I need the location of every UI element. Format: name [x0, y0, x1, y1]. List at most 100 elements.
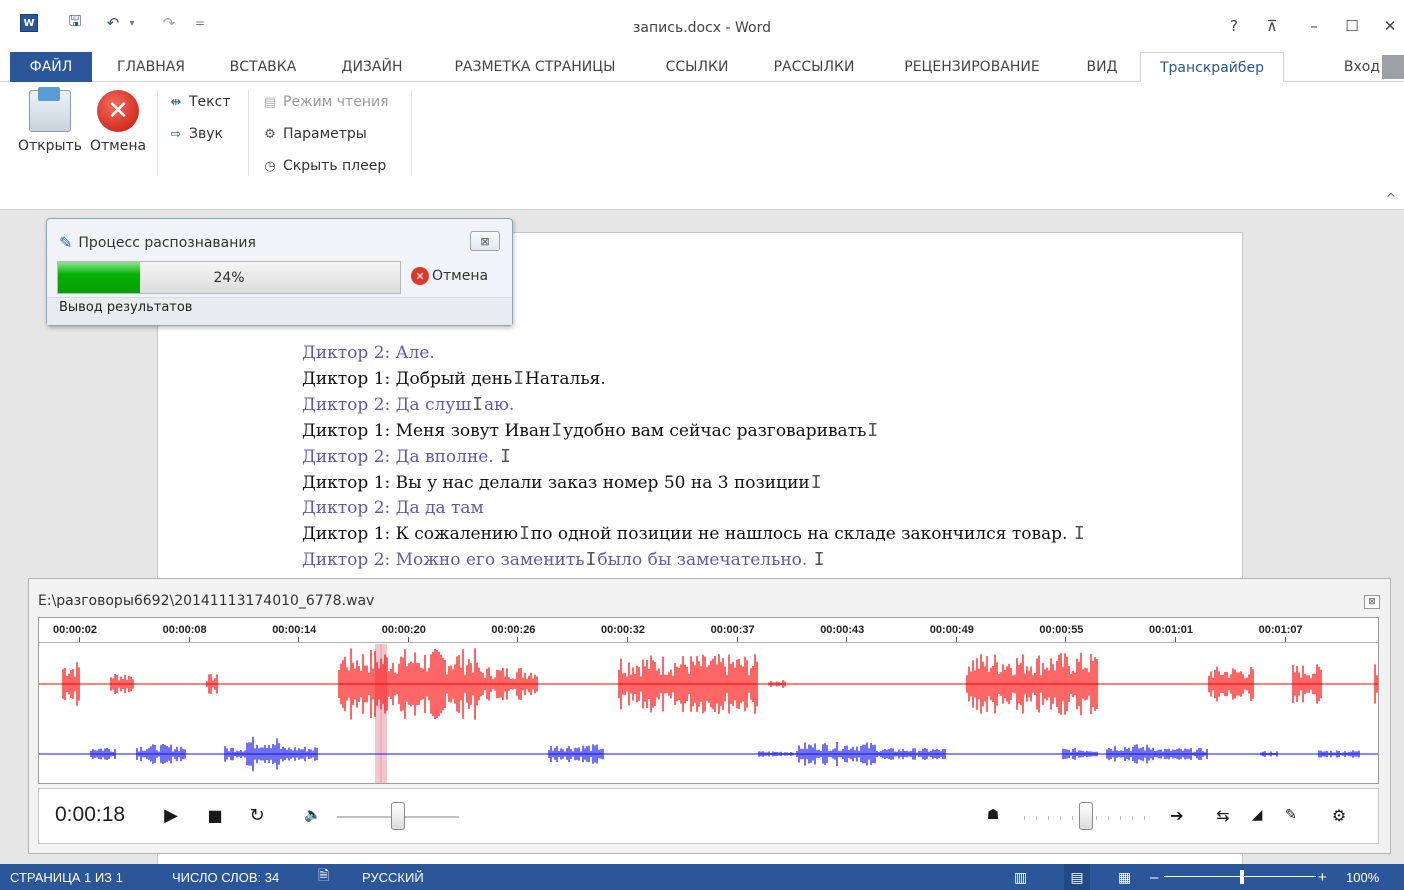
proofing-icon[interactable]: 🗎 — [318, 864, 329, 890]
time-tick — [1284, 637, 1286, 642]
dialog-close-button[interactable]: ⊠ — [470, 231, 500, 251]
transcript-segment: Диктор 1: К сожалению — [302, 524, 519, 544]
hide-player-button[interactable]: ◷ Скрыть плеер — [261, 155, 386, 177]
waveform-view[interactable]: 00:00:02 00:00:08 00:00:14 00:00:20 00:00:26… — [38, 617, 1379, 784]
repeat-button[interactable]: ↻ — [245, 803, 269, 827]
tab-file[interactable]: ФАЙЛ — [10, 52, 92, 82]
transcript-line[interactable]: Диктор 1: Добрый деньIНаталья. — [302, 366, 1086, 392]
reading-mode-button[interactable]: ▤ Режим чтения — [261, 91, 389, 113]
transcript-line[interactable]: Диктор 1: Меня зовут ИванIудобно вам сей… — [302, 418, 1086, 444]
transcript-segment: Диктор 1: Добрый день — [302, 369, 513, 389]
read-mode-icon[interactable]: ▥ — [1014, 864, 1027, 890]
tab-insert[interactable]: ВСТАВКА — [214, 52, 312, 82]
fade-icon[interactable]: ◢ — [1245, 803, 1269, 827]
sound-button[interactable]: ⇨ Звук — [167, 123, 223, 145]
user-avatar[interactable] — [1382, 55, 1404, 79]
tab-page-layout[interactable]: РАЗМЕТКА СТРАНИЦЫ — [432, 52, 638, 82]
maximize-button[interactable]: ☐ — [1340, 16, 1364, 36]
transcript-line[interactable]: Диктор 2: Але. — [302, 341, 1086, 366]
word-marker-icon[interactable]: I — [867, 418, 878, 443]
transcript-line[interactable]: Диктор 2: Да вполне. I — [302, 444, 1086, 470]
player-controls: 0:00:18 ▶ ■ ↻ 🔈 ☗ ➔ ⇆ ◢ ✎ ⚙ — [38, 788, 1379, 844]
progress-bar: 24% — [57, 261, 401, 294]
volume-icon[interactable]: 🔈 — [301, 803, 325, 827]
word-marker-icon[interactable]: I — [500, 444, 511, 469]
time-tick-label: 00:00:08 — [162, 624, 207, 636]
zoom-out-button[interactable]: – — [1150, 864, 1158, 890]
speed-slider-thumb[interactable] — [1079, 802, 1093, 830]
minimize-button[interactable]: – — [1302, 16, 1326, 36]
time-ruler[interactable]: 00:00:02 00:00:08 00:00:14 00:00:20 00:00:26… — [39, 618, 1378, 643]
time-tick — [736, 637, 738, 642]
word-marker-icon[interactable]: I — [519, 521, 530, 546]
transcript-line[interactable]: Диктор 1: Вы у нас делали заказ номер 50… — [302, 470, 1086, 496]
close-button[interactable]: ✕ — [1378, 16, 1402, 36]
word-marker-icon[interactable]: I — [586, 547, 597, 572]
speed-up-icon[interactable]: ➔ — [1165, 803, 1189, 827]
zoom-level[interactable]: 100% — [1346, 864, 1379, 890]
transcript-segment: Диктор 2: Да слуш — [302, 395, 472, 415]
edit-waveform-icon[interactable]: ✎ — [1279, 803, 1303, 827]
transcript-line[interactable]: Диктор 1: К сожалениюIпо одной позиции н… — [302, 521, 1086, 547]
web-layout-icon[interactable]: ▦ — [1118, 864, 1131, 890]
waveform-canvas[interactable] — [39, 644, 1379, 784]
cancel-x-icon: ✕ — [411, 267, 429, 285]
transcript-segment: по одной позиции не нашлось на складе за… — [530, 524, 1073, 544]
collapse-ribbon-icon[interactable]: ^ — [1386, 191, 1396, 205]
word-marker-icon[interactable]: I — [811, 470, 822, 495]
volume-slider-thumb[interactable] — [391, 802, 405, 830]
transcript-text[interactable]: Диктор 2: Але. Диктор 1: Добрый деньIНата… — [302, 341, 1086, 599]
sign-in-link[interactable]: Вход — [1344, 52, 1380, 82]
help-button[interactable]: ? — [1222, 16, 1246, 36]
zoom-slider-thumb[interactable] — [1240, 870, 1244, 884]
text-button[interactable]: ⇹ Текст — [167, 91, 231, 113]
open-button[interactable]: Открыть — [18, 87, 82, 154]
transcript-segment: аю. — [483, 395, 515, 415]
word-marker-icon[interactable]: I — [513, 366, 524, 391]
time-tick-label: 00:01:01 — [1149, 624, 1194, 636]
transcript-line[interactable]: Диктор 2: Да да там — [302, 496, 1086, 521]
slow-down-turtle-icon[interactable]: ☗ — [981, 803, 1005, 827]
page-count[interactable]: СТРАНИЦА 1 ИЗ 1 — [10, 864, 123, 890]
language-indicator[interactable]: РУССКИЙ — [362, 864, 424, 890]
time-tick-label: 00:00:55 — [1039, 624, 1084, 636]
word-marker-icon[interactable]: I — [1074, 521, 1085, 546]
transcript-segment: Диктор 2: Да да там — [302, 498, 484, 518]
cancel-button[interactable]: ✕ Отмена — [90, 90, 146, 154]
word-marker-icon[interactable]: I — [551, 418, 562, 443]
print-layout-icon[interactable]: ▤ — [1064, 864, 1090, 890]
progress-cancel-button[interactable]: ✕ Отмена — [411, 267, 488, 285]
tab-transcriber[interactable]: Транскрайбер — [1140, 52, 1284, 83]
tab-review[interactable]: РЕЦЕНЗИРОВАНИЕ — [886, 52, 1058, 82]
loop-region-icon[interactable]: ⇆ — [1211, 803, 1235, 827]
transcript-segment: Наталья. — [525, 369, 606, 389]
time-tick-label: 00:00:32 — [601, 624, 646, 636]
settings-gear-icon[interactable]: ⚙ — [1327, 803, 1351, 827]
stop-button[interactable]: ■ — [203, 803, 227, 827]
word-marker-icon[interactable]: I — [814, 547, 825, 572]
tab-design[interactable]: ДИЗАЙН — [326, 52, 418, 82]
transcript-line[interactable]: Диктор 2: Можно его заменитьIбыло бы зам… — [302, 547, 1086, 573]
player-close-button[interactable]: ⊠ — [1364, 595, 1380, 609]
tab-home[interactable]: ГЛАВНАЯ — [102, 52, 200, 82]
ribbon-display-options-icon[interactable]: ⊼ — [1260, 16, 1284, 36]
word-marker-icon[interactable]: I — [472, 392, 483, 417]
progress-cancel-label: Отмена — [432, 268, 489, 284]
word-count[interactable]: ЧИСЛО СЛОВ: 34 — [172, 864, 279, 890]
zoom-in-button[interactable]: + — [1318, 864, 1327, 890]
pencil-icon: ✎ — [59, 233, 73, 252]
parameters-label: Параметры — [283, 126, 367, 142]
tab-view[interactable]: ВИД — [1074, 52, 1130, 82]
transcript-segment: Диктор 2: Да вполне. — [302, 447, 500, 467]
parameters-button[interactable]: ⚙ Параметры — [261, 123, 367, 145]
time-tick — [407, 637, 409, 642]
time-tick-label: 00:00:14 — [272, 624, 317, 636]
time-tick — [188, 637, 190, 642]
play-button[interactable]: ▶ — [159, 803, 183, 827]
time-tick-label: 00:00:20 — [381, 624, 426, 636]
tab-mailings[interactable]: РАССЫЛКИ — [758, 52, 870, 82]
tab-references[interactable]: ССЫЛКИ — [652, 52, 742, 82]
transcript-line[interactable]: Диктор 2: Да слушIаю. — [302, 392, 1086, 418]
time-tick-label: 00:01:07 — [1258, 624, 1303, 636]
transcript-segment: было бы замечательно. — [597, 550, 813, 570]
